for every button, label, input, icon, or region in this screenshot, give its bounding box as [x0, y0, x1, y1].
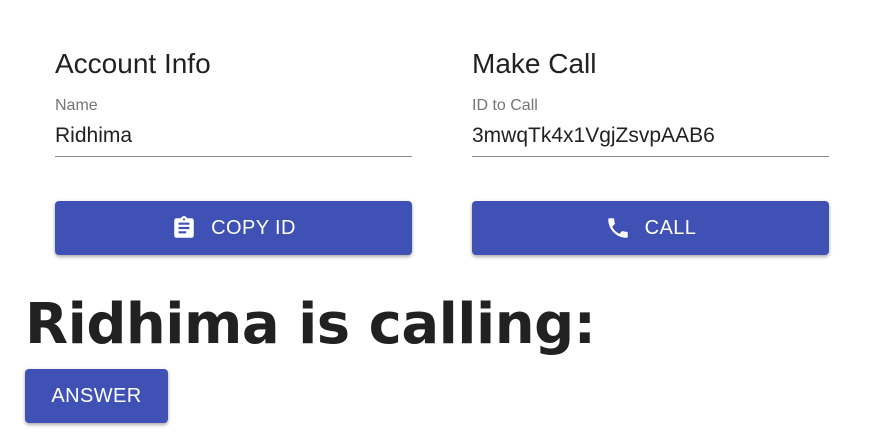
phone-icon [605, 215, 631, 241]
call-button[interactable]: CALL [472, 201, 829, 255]
clipboard-icon [171, 215, 197, 241]
answer-button[interactable]: ANSWER [25, 369, 168, 423]
id-to-call-label: ID to Call [472, 97, 538, 114]
call-label: CALL [644, 216, 697, 239]
copy-id-button[interactable]: COPY ID [55, 201, 412, 255]
answer-label: ANSWER [51, 384, 142, 407]
id-to-call-field: ID to Call [472, 97, 829, 157]
make-call-panel: Make Call ID to Call CALL [472, 46, 829, 255]
name-label: Name [55, 97, 98, 114]
make-call-title: Make Call [472, 48, 597, 79]
incoming-call-heading: Ridhima is calling: [25, 292, 596, 357]
name-field: Name [55, 97, 412, 157]
name-input[interactable] [55, 115, 412, 157]
id-to-call-input[interactable] [472, 115, 829, 157]
copy-id-label: COPY ID [211, 216, 296, 239]
account-info-panel: Account Info Name COPY ID [55, 46, 412, 255]
account-info-title: Account Info [55, 48, 211, 79]
